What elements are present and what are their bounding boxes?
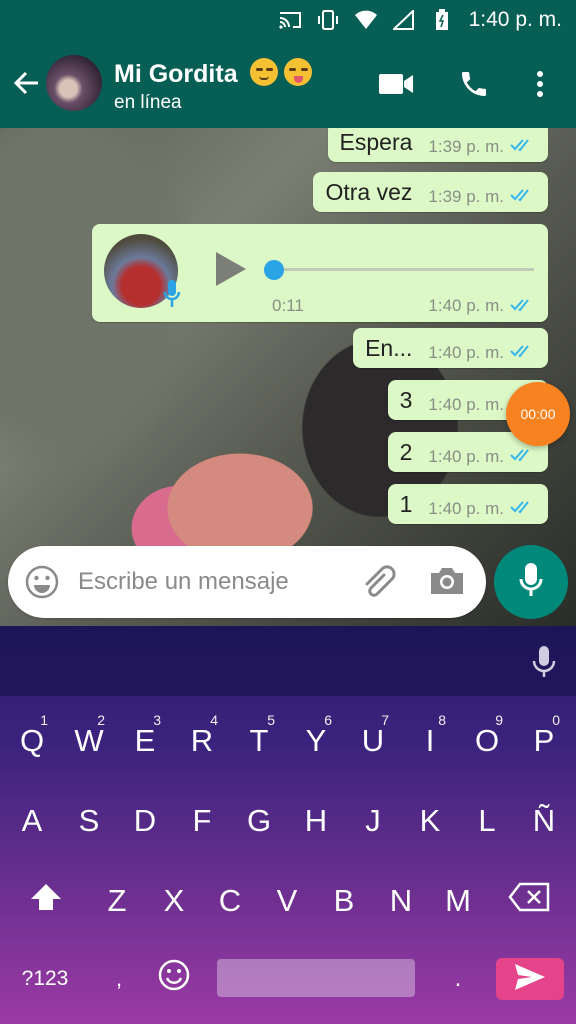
key-q[interactable]: Q1: [8, 712, 56, 770]
on-screen-keyboard: Q1 W2 E3 R4 T5 Y6 U7 I8 O9 P0 A S D F G …: [0, 626, 576, 1024]
battery-icon: [429, 9, 455, 31]
message-time: 1:39 p. m.: [428, 137, 536, 158]
chat-header: Mi Gordita en línea: [0, 40, 576, 128]
record-voice-button[interactable]: [494, 545, 568, 619]
squinting-tongue-face-icon: [283, 58, 312, 86]
voice-input-icon[interactable]: [528, 644, 560, 680]
key-m[interactable]: M: [434, 872, 482, 930]
contact-name-row[interactable]: Mi Gordita: [114, 54, 312, 89]
key-n[interactable]: N: [377, 872, 425, 930]
contact-name: Mi Gordita: [114, 60, 238, 88]
key-i[interactable]: I8: [406, 712, 454, 770]
recording-timer-badge: 00:00: [506, 382, 570, 446]
key-enye[interactable]: Ñ: [520, 792, 568, 850]
contact-status: en línea: [114, 92, 182, 113]
shift-icon: [29, 882, 63, 920]
cast-icon: [277, 9, 303, 31]
key-u[interactable]: U7: [349, 712, 397, 770]
message-text: Espera: [339, 128, 413, 155]
shift-key[interactable]: [22, 872, 70, 930]
key-k[interactable]: K: [406, 792, 454, 850]
key-z[interactable]: Z: [93, 872, 141, 930]
key-s[interactable]: S: [65, 792, 113, 850]
voice-duration: 0:11: [272, 296, 304, 315]
read-ticks-icon: [510, 187, 536, 207]
period-key[interactable]: .: [434, 950, 482, 1008]
vibrate-icon: [315, 9, 341, 31]
key-l[interactable]: L: [463, 792, 511, 850]
backspace-icon: [508, 882, 550, 920]
key-f[interactable]: F: [178, 792, 226, 850]
message-text: Otra vez: [325, 178, 413, 205]
message-text: 1: [399, 490, 413, 517]
key-d[interactable]: D: [121, 792, 169, 850]
key-v[interactable]: V: [263, 872, 311, 930]
key-t[interactable]: T5: [235, 712, 283, 770]
key-p[interactable]: P0: [520, 712, 568, 770]
key-j[interactable]: J: [349, 792, 397, 850]
more-options-icon[interactable]: [520, 64, 560, 104]
read-ticks-icon: [510, 137, 536, 157]
keyboard-row-3: Z X C V B N M: [0, 872, 576, 930]
key-w[interactable]: W2: [65, 712, 113, 770]
key-y[interactable]: Y6: [292, 712, 340, 770]
key-g[interactable]: G: [235, 792, 283, 850]
status-bar: 1:40 p. m.: [0, 0, 576, 40]
emoji-key[interactable]: [150, 950, 198, 1008]
message-text: En...: [365, 334, 413, 361]
send-icon: [513, 962, 547, 997]
microphone-icon: [162, 278, 182, 310]
key-o[interactable]: O9: [463, 712, 511, 770]
send-key[interactable]: [496, 958, 564, 1000]
message-time: 1:40 p. m.: [428, 343, 536, 364]
message-time: 1:40 p. m.: [428, 447, 536, 468]
status-time: 1:40 p. m.: [468, 8, 562, 31]
message-time: 1:40 p. m.: [428, 296, 536, 317]
microphone-icon: [518, 561, 544, 604]
camera-icon[interactable]: [428, 564, 466, 600]
voice-progress-thumb[interactable]: [264, 260, 284, 280]
phone-call-icon[interactable]: [454, 64, 494, 104]
message-bubble[interactable]: Otra vez 1:39 p. m.: [313, 172, 548, 212]
message-text: 2: [399, 438, 413, 465]
voice-message-bubble[interactable]: 0:11 1:40 p. m.: [92, 224, 548, 322]
space-key[interactable]: [217, 959, 415, 997]
voice-progress-track[interactable]: [272, 268, 534, 271]
attach-icon[interactable]: [358, 563, 396, 601]
wifi-icon: [353, 9, 379, 31]
read-ticks-icon: [510, 297, 536, 317]
key-x[interactable]: X: [150, 872, 198, 930]
read-ticks-icon: [510, 447, 536, 467]
key-c[interactable]: C: [206, 872, 254, 930]
read-ticks-icon: [510, 343, 536, 363]
key-h[interactable]: H: [292, 792, 340, 850]
message-bubble[interactable]: 1 1:40 p. m.: [387, 484, 548, 524]
message-time: 1:39 p. m.: [428, 187, 536, 208]
backspace-key[interactable]: [505, 872, 553, 930]
play-icon[interactable]: [210, 248, 250, 290]
read-ticks-icon: [510, 499, 536, 519]
signal-icon: [391, 9, 417, 31]
keyboard-row-1: Q1 W2 E3 R4 T5 Y6 U7 I8 O9 P0: [0, 712, 576, 770]
emoji-icon[interactable]: [24, 564, 60, 600]
keyboard-suggestion-strip: [0, 626, 576, 696]
message-text: 3: [399, 386, 413, 413]
message-input[interactable]: [78, 560, 348, 604]
video-call-icon[interactable]: [376, 64, 416, 104]
message-time: 1:40 p. m.: [428, 499, 536, 520]
key-b[interactable]: B: [320, 872, 368, 930]
back-arrow-icon[interactable]: [10, 66, 44, 100]
relieved-face-icon: [249, 58, 278, 86]
emoji-icon: [157, 958, 191, 1000]
comma-key[interactable]: ,: [95, 950, 143, 1008]
contact-avatar[interactable]: [46, 55, 102, 111]
symbols-key[interactable]: ?123: [14, 950, 76, 1008]
message-bubble[interactable]: Espera 1:39 p. m.: [327, 128, 548, 162]
key-r[interactable]: R4: [178, 712, 226, 770]
message-composer: [8, 546, 486, 618]
key-e[interactable]: E3: [121, 712, 169, 770]
key-a[interactable]: A: [8, 792, 56, 850]
message-bubble[interactable]: En... 1:40 p. m.: [353, 328, 548, 368]
keyboard-row-2: A S D F G H J K L Ñ: [0, 792, 576, 850]
